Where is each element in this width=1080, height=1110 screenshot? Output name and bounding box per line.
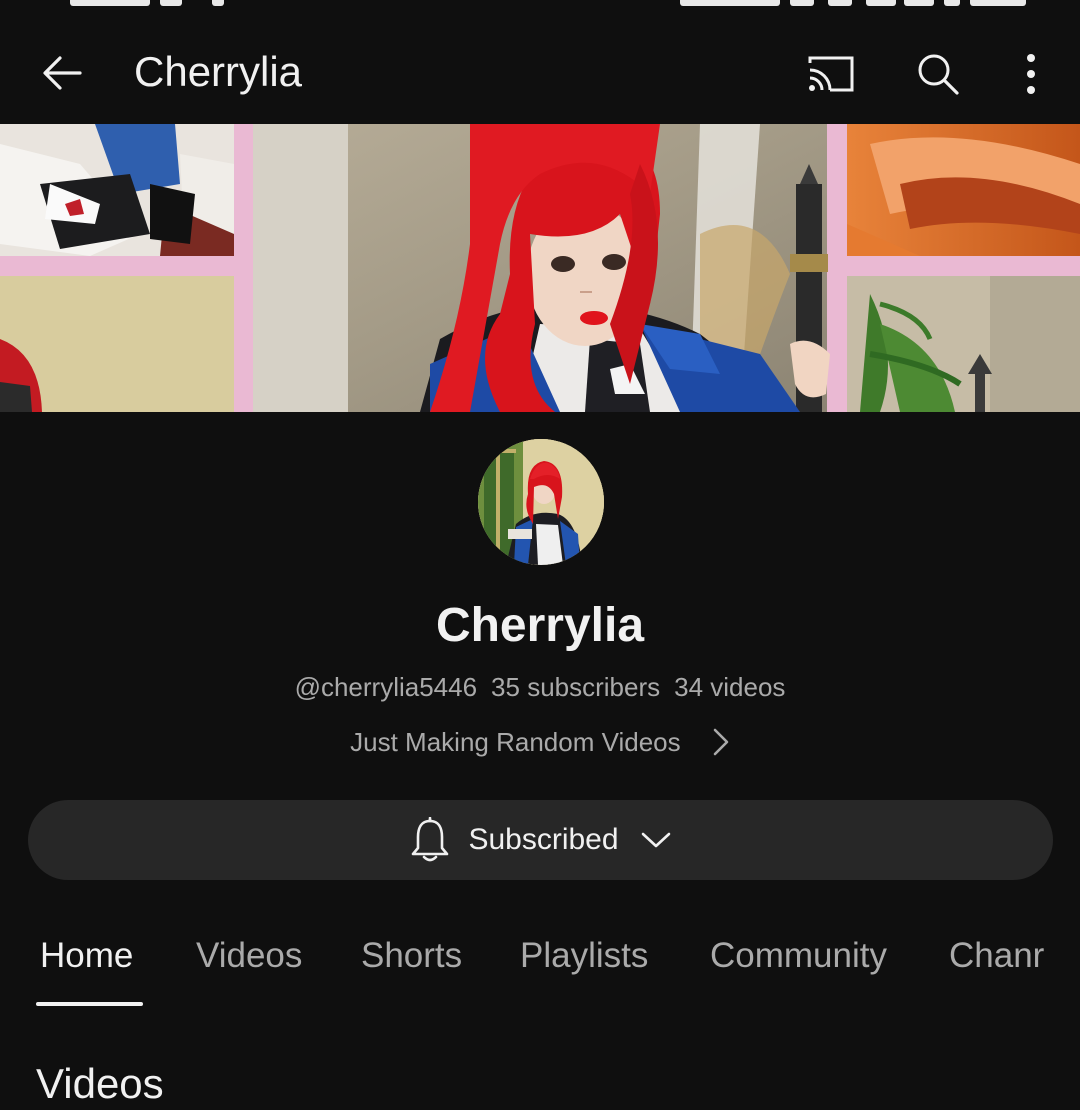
- subscriber-count: 35 subscribers: [491, 672, 661, 702]
- status-notification-icon: [160, 0, 182, 6]
- subscribed-label: Subscribed: [468, 823, 619, 856]
- tab-playlists[interactable]: Playlists: [520, 930, 648, 982]
- active-tab-indicator: [36, 1002, 143, 1006]
- status-network-speed: [680, 0, 780, 6]
- more-vertical-icon: [1027, 54, 1035, 94]
- channel-meta: @cherrylia5446 35 subscribers 34 videos: [0, 670, 1080, 704]
- tab-channels[interactable]: Chanr: [949, 930, 1044, 982]
- status-bar: [0, 0, 1080, 10]
- arrow-left-icon: [43, 56, 82, 90]
- cast-button[interactable]: [803, 46, 859, 102]
- more-options-button[interactable]: [1003, 46, 1059, 102]
- status-battery-icon: [944, 0, 960, 6]
- tab-shorts[interactable]: Shorts: [361, 930, 462, 982]
- tab-community[interactable]: Community: [710, 930, 887, 982]
- video-count: 34 videos: [674, 672, 786, 702]
- channel-description: Just Making Random Videos: [350, 727, 681, 757]
- status-mute-icon: [828, 0, 852, 6]
- tab-videos[interactable]: Videos: [196, 930, 302, 982]
- section-title: Videos: [36, 1060, 164, 1107]
- status-alarm-icon: [790, 0, 814, 6]
- search-button[interactable]: [910, 46, 966, 102]
- page-title: Cherrylia: [134, 48, 303, 95]
- back-button[interactable]: [40, 50, 86, 96]
- status-notification-icon: [212, 0, 224, 6]
- tab-home[interactable]: Home: [40, 930, 133, 982]
- channel-description-link[interactable]: Just Making Random Videos: [0, 724, 1080, 760]
- bell-icon: [412, 817, 449, 862]
- channel-banner: [0, 124, 1080, 412]
- status-time: [70, 0, 150, 6]
- chevron-down-icon: [641, 832, 670, 848]
- app-bar: Cherrylia: [0, 20, 1080, 124]
- status-signal-icon: [904, 0, 934, 6]
- status-signal-icon: [866, 0, 896, 6]
- chevron-right-icon: [713, 728, 729, 756]
- channel-handle: @cherrylia5446: [294, 672, 478, 702]
- cast-icon: [808, 56, 854, 92]
- search-icon: [918, 54, 959, 95]
- status-battery-percent: [970, 0, 1026, 6]
- channel-tabs: Home Videos Shorts Playlists Community C…: [0, 930, 1080, 1020]
- channel-avatar[interactable]: [478, 439, 604, 565]
- subscribed-button[interactable]: Subscribed: [28, 800, 1053, 880]
- channel-name: Cherrylia: [435, 599, 645, 652]
